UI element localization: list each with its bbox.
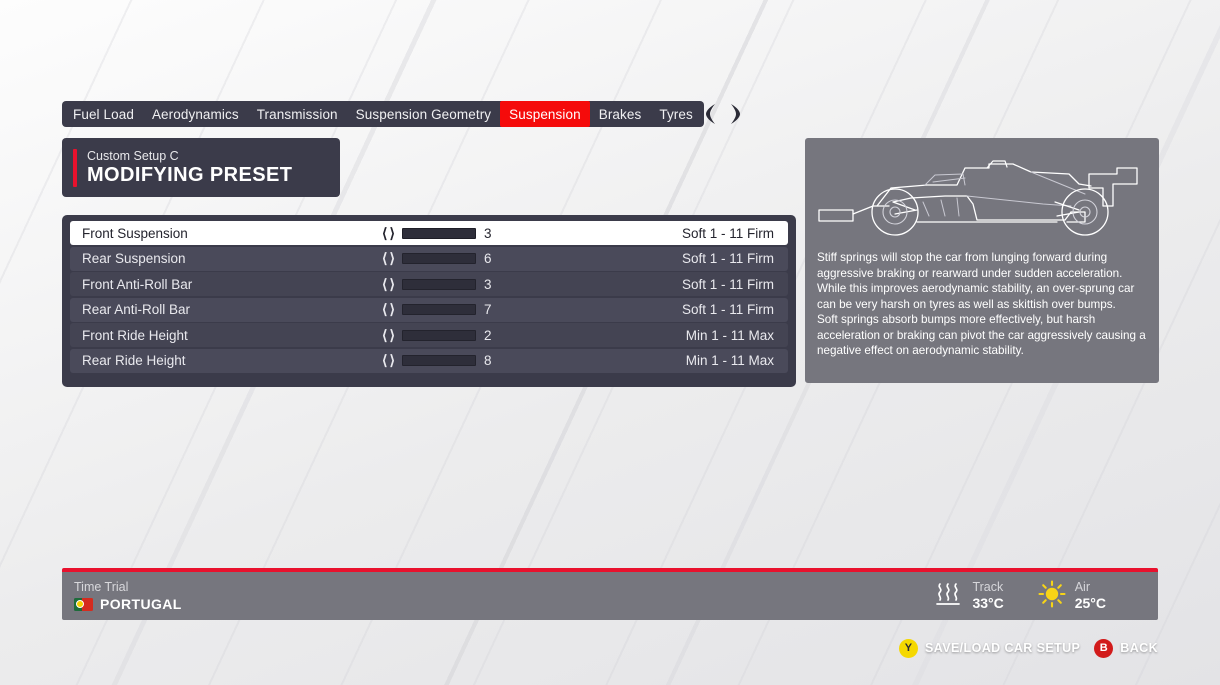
value-stepper[interactable]: ⟨ ⟩ (382, 276, 395, 293)
value-stepper[interactable]: ⟨ ⟩ (382, 225, 395, 242)
value-stepper[interactable]: ⟨ ⟩ (382, 250, 395, 267)
row-scale-label: Soft 1 - 11 Firm (681, 251, 774, 266)
back-prompt[interactable]: B BACK (1094, 638, 1158, 658)
bumper-hints (704, 101, 742, 127)
heat-wave-icon (933, 580, 963, 613)
value-slider[interactable] (401, 253, 476, 264)
value-stepper[interactable]: ⟨ ⟩ (382, 301, 395, 318)
row-scale-label: Min 1 - 11 Max (685, 353, 774, 368)
table-row[interactable]: Rear Ride Height ⟨ ⟩ 8 Min 1 - 11 Max (70, 348, 788, 373)
tab-tyres[interactable]: Tyres (650, 101, 702, 127)
row-label: Front Anti-Roll Bar (82, 276, 193, 292)
table-row[interactable]: Front Ride Height ⟨ ⟩ 2 Min 1 - 11 Max (70, 323, 788, 347)
weather-info: Track 33°C Air 25°C (933, 579, 1106, 613)
value-slider[interactable] (401, 329, 476, 341)
air-temperature: Air 25°C (1038, 579, 1106, 613)
decrease-icon[interactable]: ⟨ (382, 276, 387, 293)
tab-aerodynamics[interactable]: Aerodynamics (143, 101, 248, 127)
save-load-label: SAVE/LOAD CAR SETUP (924, 641, 1081, 655)
tab-fuel-load[interactable]: Fuel Load (64, 101, 143, 127)
increase-icon[interactable]: ⟩ (389, 250, 394, 267)
decrease-icon[interactable]: ⟨ (382, 225, 387, 242)
row-label: Front Suspension (82, 225, 188, 241)
row-value: 3 (483, 225, 492, 241)
row-scale-label: Soft 1 - 11 Firm (681, 302, 774, 317)
decrease-icon[interactable]: ⟨ (382, 327, 387, 344)
row-value: 8 (483, 353, 492, 368)
increase-icon[interactable]: ⟩ (389, 276, 394, 293)
setup-name: Custom Setup C (87, 148, 179, 163)
row-scale-label: Soft 1 - 11 Firm (681, 276, 774, 292)
row-label: Rear Anti-Roll Bar (82, 302, 191, 317)
table-row[interactable]: Front Anti-Roll Bar ⟨ ⟩ 3 Soft 1 - 11 Fir… (70, 272, 788, 296)
info-panel: Stiff springs will stop the car from lun… (805, 138, 1159, 383)
value-slider[interactable] (401, 304, 476, 315)
increase-icon[interactable]: ⟩ (389, 327, 394, 344)
increase-icon[interactable]: ⟩ (389, 225, 394, 242)
tab-brakes[interactable]: Brakes (590, 101, 651, 127)
tab-suspension-geometry[interactable]: Suspension Geometry (347, 101, 500, 127)
row-label: Front Ride Height (82, 327, 188, 343)
save-load-prompt[interactable]: Y SAVE/LOAD CAR SETUP (898, 638, 1081, 658)
table-row[interactable]: Rear Anti-Roll Bar ⟨ ⟩ 7 Soft 1 - 11 Firm (70, 297, 788, 322)
country-name: PORTUGAL (100, 596, 182, 613)
row-value: 6 (483, 251, 492, 266)
page-title: MODIFYING PRESET (87, 163, 293, 186)
header-accent-bar (73, 148, 77, 187)
value-slider[interactable] (401, 278, 476, 290)
value-stepper[interactable]: ⟨ ⟩ (382, 327, 395, 344)
setting-description: Stiff springs will stop the car from lun… (805, 246, 1159, 359)
track-temp-label: Track (972, 580, 1004, 595)
y-button-icon[interactable]: Y (898, 638, 918, 658)
b-button-icon[interactable]: B (1094, 638, 1114, 658)
tab-transmission[interactable]: Transmission (248, 101, 347, 127)
value-slider[interactable] (401, 227, 476, 239)
row-scale-label: Soft 1 - 11 Firm (681, 225, 774, 241)
row-value: 2 (483, 327, 492, 343)
description-paragraph-1: Stiff springs will stop the car from lun… (817, 251, 1135, 311)
row-scale-label: Min 1 - 11 Max (685, 327, 774, 343)
table-row[interactable]: Rear Suspension ⟨ ⟩ 6 Soft 1 - 11 Firm (70, 246, 788, 271)
back-label: BACK (1120, 641, 1158, 655)
tab-suspension[interactable]: Suspension (500, 101, 590, 127)
setup-header-card: Custom Setup C MODIFYING PRESET (62, 138, 340, 197)
decrease-icon[interactable]: ⟨ (382, 250, 387, 267)
track-location: PORTUGAL (74, 596, 182, 612)
sun-icon (1038, 579, 1066, 613)
value-slider[interactable] (401, 355, 476, 366)
row-label: Rear Ride Height (82, 353, 186, 368)
row-value: 3 (483, 276, 492, 292)
track-temp-value: 33°C (972, 595, 1004, 612)
decrease-icon[interactable]: ⟨ (382, 352, 387, 369)
description-paragraph-2: Soft springs absorb bumps more effective… (817, 313, 1146, 358)
category-tab-bar: Fuel Load Aerodynamics Transmission Susp… (62, 101, 704, 127)
session-info: Time Trial PORTUGAL (74, 579, 182, 612)
table-row[interactable]: Front Suspension ⟨ ⟩ 3 Soft 1 - 11 Firm (70, 221, 788, 245)
air-temp-label: Air (1074, 580, 1090, 595)
increase-icon[interactable]: ⟩ (389, 352, 394, 369)
left-bumper-icon[interactable] (704, 103, 718, 125)
track-temperature: Track 33°C (933, 580, 1004, 613)
portugal-flag-icon (74, 597, 93, 611)
increase-icon[interactable]: ⟩ (389, 301, 394, 318)
row-value: 7 (483, 302, 492, 317)
car-diagram (805, 138, 1159, 246)
flag-emblem (75, 600, 84, 609)
status-bar: Time Trial PORTUGAL Track 33°C Air 25°C (62, 568, 1158, 620)
decrease-icon[interactable]: ⟨ (382, 301, 387, 318)
row-label: Rear Suspension (82, 251, 186, 266)
air-temp-value: 25°C (1074, 595, 1106, 612)
setup-options-panel: Front Suspension ⟨ ⟩ 3 Soft 1 - 11 Firm R… (62, 215, 796, 387)
value-stepper[interactable]: ⟨ ⟩ (382, 352, 395, 369)
session-mode: Time Trial (74, 579, 129, 594)
button-prompts: Y SAVE/LOAD CAR SETUP B BACK (898, 637, 1158, 659)
right-bumper-icon[interactable] (728, 103, 742, 125)
